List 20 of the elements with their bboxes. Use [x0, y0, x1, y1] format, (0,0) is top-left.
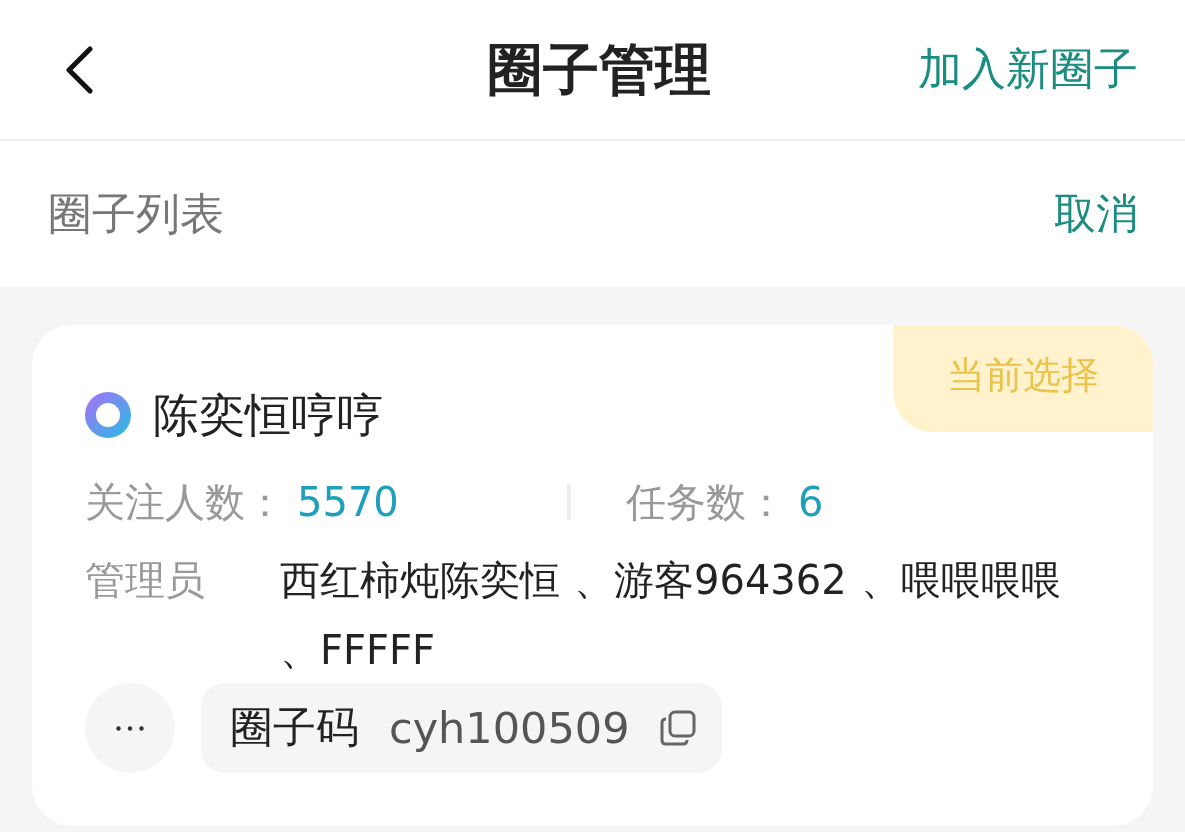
- cancel-link[interactable]: 取消: [1054, 186, 1138, 242]
- more-icon: [116, 725, 144, 731]
- stat-label: 任务数：: [626, 478, 786, 525]
- admins-label: 管理员: [85, 556, 206, 605]
- code-value: cyh100509: [389, 703, 630, 753]
- circle-name: 陈奕恒哼哼: [153, 389, 383, 441]
- stat-value: 6: [798, 478, 824, 525]
- back-icon: [64, 45, 94, 94]
- page-title: 圈子管理: [487, 35, 711, 104]
- stat-label: 关注人数：: [85, 478, 285, 525]
- join-new-circle-link[interactable]: 加入新圈子: [918, 40, 1138, 99]
- admins-list: 西红柿炖陈奕恒 、游客964362 、喂喂喂喂 、FFFFF: [280, 545, 1100, 685]
- stat-value: 5570: [297, 478, 399, 525]
- circle-card[interactable]: 当前选择 陈奕恒哼哼 关注人数： 5570 任务数： 6 管理员 西红柿炖陈奕恒 、游客964362 、喂喂喂喂 、FFFFF 圈子码 cyh100509: [32, 325, 1153, 826]
- code-label: 圈子码: [230, 701, 359, 754]
- copy-icon: [659, 710, 696, 746]
- current-selection-badge: 当前选择: [893, 325, 1153, 432]
- ring-icon: [85, 392, 131, 438]
- copy-button[interactable]: [659, 710, 696, 746]
- section-title: 圈子列表: [48, 186, 224, 241]
